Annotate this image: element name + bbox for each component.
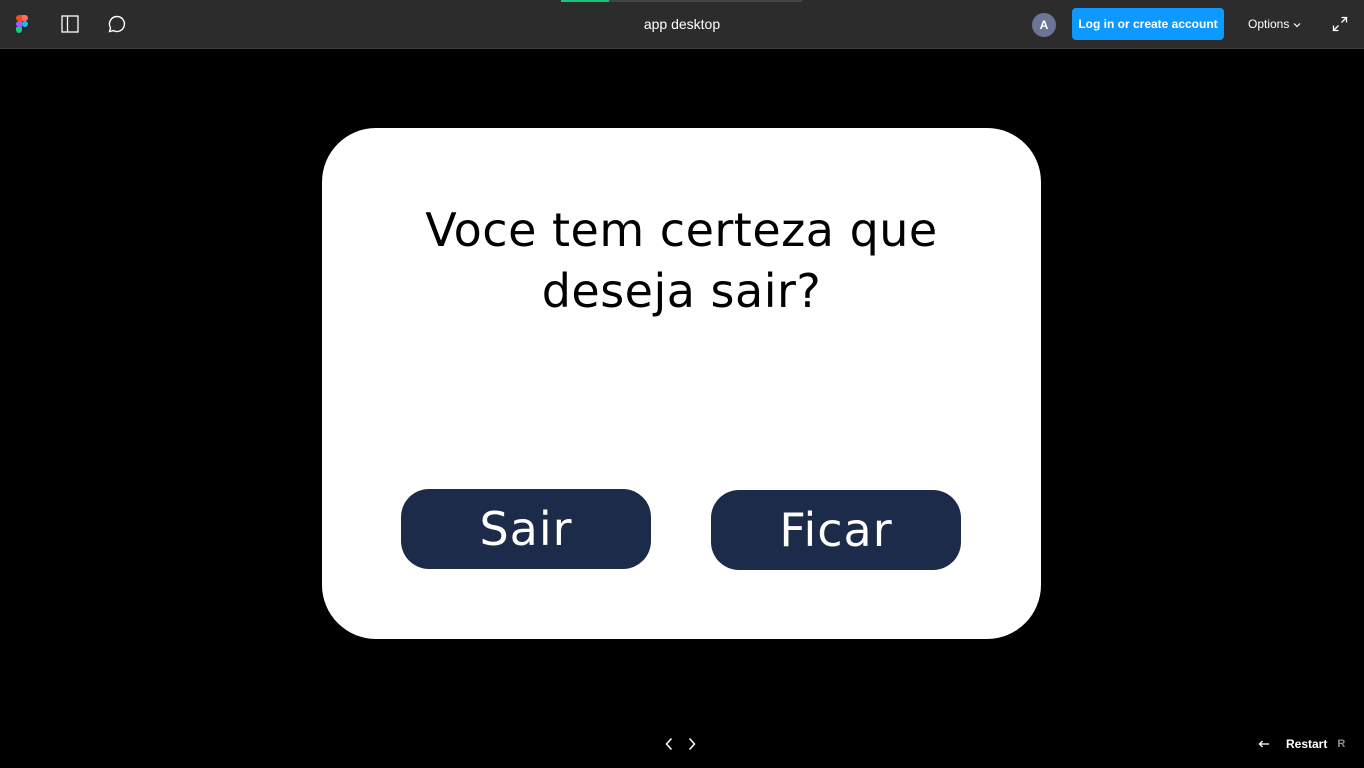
sidebar-toggle-icon[interactable] (58, 12, 82, 36)
progress-bar (561, 0, 802, 2)
comment-icon[interactable] (105, 12, 129, 36)
login-button[interactable]: Log in or create account (1072, 8, 1224, 40)
exit-confirmation-dialog: Voce tem certeza que deseja sair? Sair F… (322, 128, 1041, 639)
restart-button[interactable]: Restart R (1258, 732, 1345, 756)
avatar[interactable]: A (1032, 13, 1056, 37)
options-button[interactable]: Options (1240, 8, 1309, 40)
progress-bar-fill (561, 0, 610, 2)
dialog-question: Voce tem certeza que deseja sair? (382, 200, 981, 322)
expand-icon[interactable] (1328, 12, 1352, 36)
leave-button[interactable]: Sair (401, 489, 651, 569)
stay-button[interactable]: Ficar (711, 490, 961, 570)
next-arrow-icon[interactable] (682, 734, 702, 754)
previous-arrow-icon[interactable] (659, 734, 679, 754)
dialog-question-line-2: deseja sair? (541, 264, 822, 318)
restart-label: Restart (1286, 737, 1328, 751)
toolbar: app desktop A Log in or create account O… (0, 0, 1364, 49)
restart-shortcut: R (1337, 738, 1346, 750)
chevron-down-icon (1293, 17, 1301, 31)
restart-arrow-icon (1258, 739, 1270, 749)
dialog-question-line-1: Voce tem certeza que (425, 203, 938, 257)
figma-logo-icon[interactable] (10, 12, 34, 36)
options-label: Options (1248, 17, 1290, 31)
